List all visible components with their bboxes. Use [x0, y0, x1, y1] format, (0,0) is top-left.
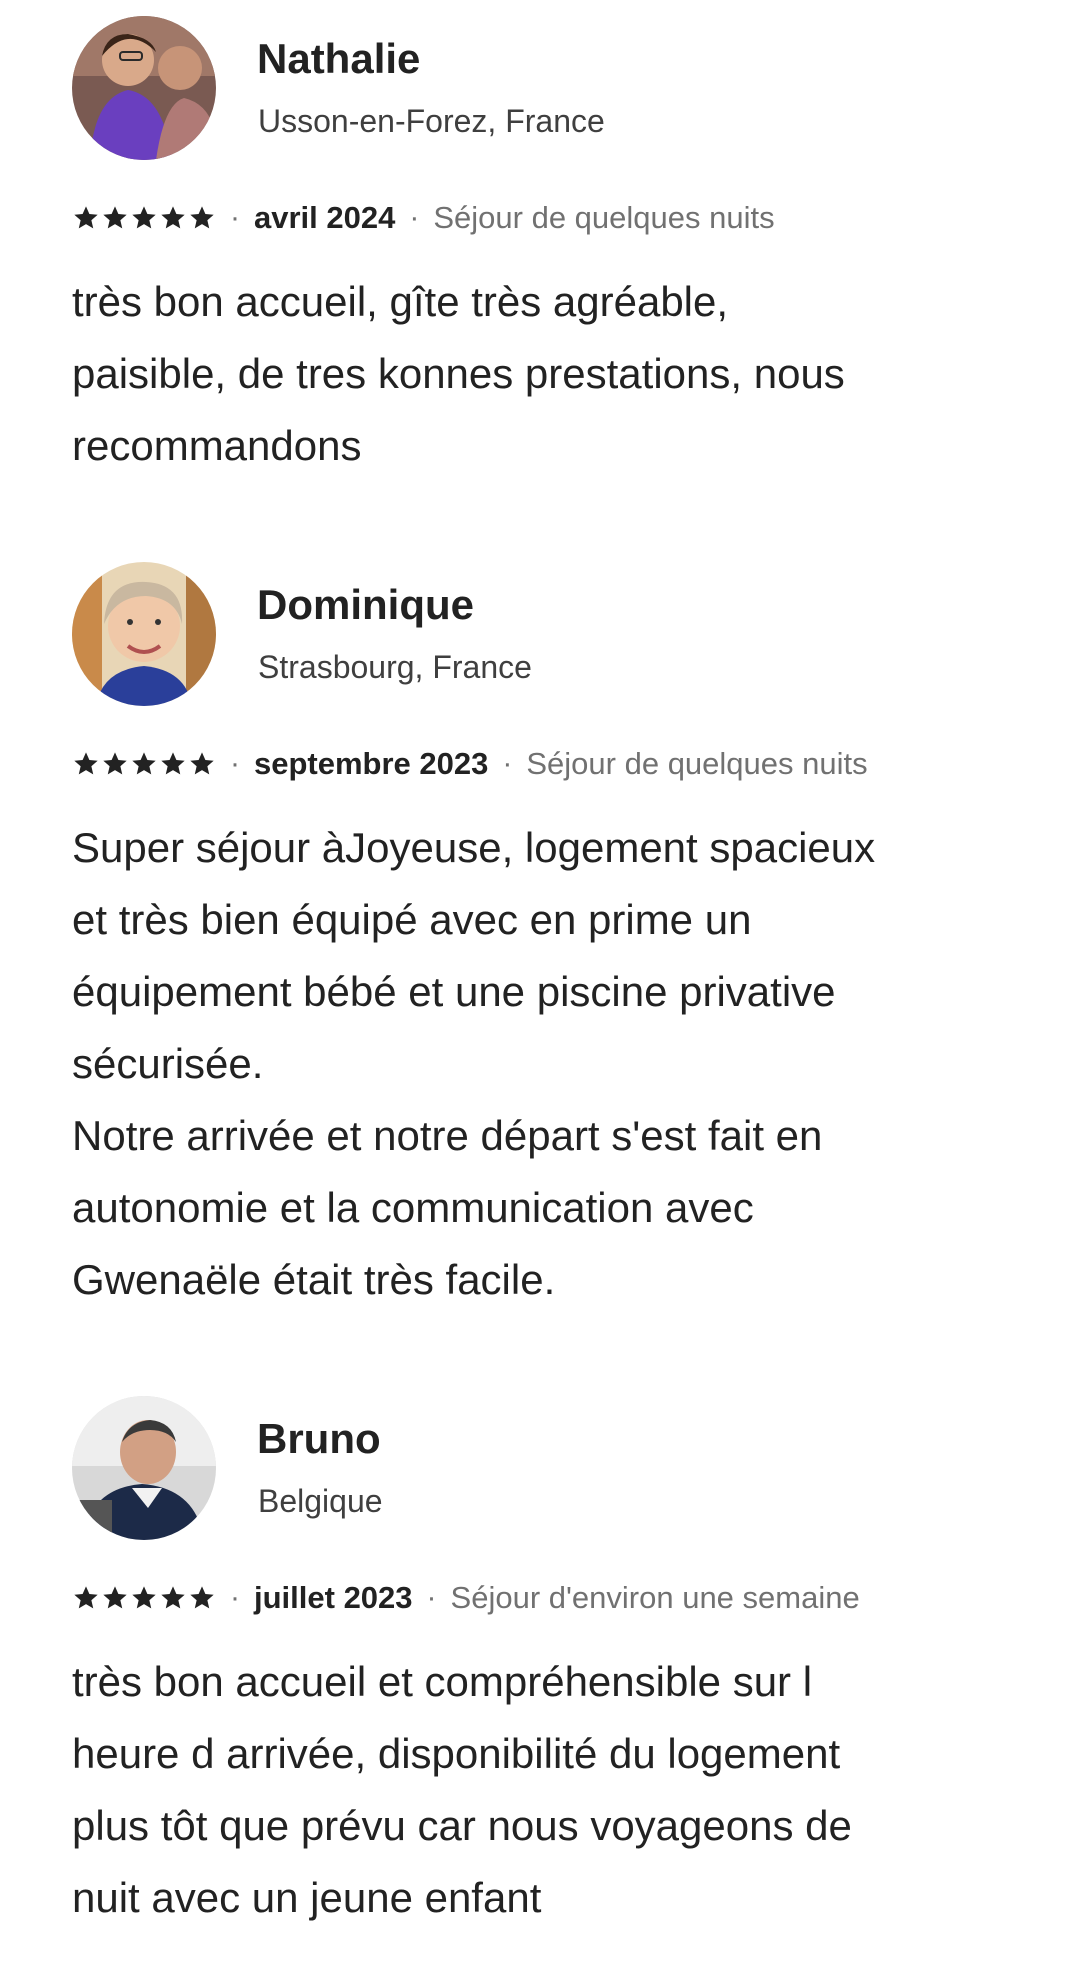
review-text-line: équipement bébé et une piscine privative [72, 968, 836, 1015]
star-icon [161, 206, 185, 229]
reviewer-location: Usson-en-Forez, France [258, 103, 605, 139]
avatar[interactable] [72, 16, 216, 160]
review-text-line: Notre arrivée et notre départ s'est fait… [72, 1112, 823, 1159]
meta-separator: · [502, 747, 513, 780]
review-date: septembre 2023 [254, 746, 489, 781]
star-icon [74, 206, 98, 229]
review-text-line: et très bien équipé avec en prime un [72, 896, 752, 943]
review-text-line: plus tôt que prévu car nous voyageons de [72, 1802, 852, 1849]
review-text-line: Gwenaële était très facile. [72, 1256, 556, 1303]
star-icon [161, 1586, 185, 1609]
review-meta: · avril 2024 · Séjour de quelques nuits [72, 198, 775, 238]
reviewer-location: Strasbourg, France [258, 649, 532, 685]
reviewer-name: Nathalie [257, 35, 421, 82]
review-header: Dominique Strasbourg, France [72, 562, 1032, 706]
star-icon [103, 206, 127, 229]
star-icon [132, 752, 156, 775]
review-card: Nathalie Usson-en-Forez, France · avril … [72, 16, 1032, 469]
avatar-photo [72, 562, 216, 706]
reviewer-location: Belgique [258, 1483, 383, 1519]
meta-separator: · [230, 747, 240, 780]
review-text: Super séjour àJoyeuse, logement spacieux… [72, 812, 1032, 1316]
review-header: Nathalie Usson-en-Forez, France [72, 16, 1032, 160]
star-rating [72, 750, 216, 778]
avatar-photo [72, 16, 216, 160]
review-text: très bon accueil, gîte très agréable, pa… [72, 266, 1032, 482]
review-date: juillet 2023 [254, 1580, 413, 1615]
star-icon [190, 1586, 214, 1609]
star-icon [103, 752, 127, 775]
review-text-line: Super séjour àJoyeuse, logement spacieux [72, 824, 876, 871]
avatar[interactable] [72, 1396, 216, 1540]
star-icon [74, 752, 98, 775]
star-icon [190, 206, 214, 229]
star-icon [132, 206, 156, 229]
review-text-line: heure d arrivée, disponibilité du logeme… [72, 1730, 841, 1777]
star-icon [74, 1586, 98, 1609]
avatar[interactable] [72, 562, 216, 706]
review-meta: · septembre 2023 · Séjour de quelques nu… [72, 744, 868, 784]
review-text-line: très bon accueil et compréhensible sur l [72, 1658, 813, 1705]
stay-duration: Séjour de quelques nuits [526, 746, 868, 781]
review-card: Dominique Strasbourg, France · septembre… [72, 562, 1032, 1303]
review-text-line: paisible, de tres konnes prestations, no… [72, 350, 845, 397]
meta-separator: · [409, 201, 420, 234]
review-card: Bruno Belgique · juillet 2023 · Séjour d… [72, 1396, 1032, 1921]
meta-separator: · [230, 201, 240, 234]
review-meta: · juillet 2023 · Séjour d'environ une se… [72, 1578, 860, 1618]
star-rating [72, 204, 216, 232]
review-header: Bruno Belgique [72, 1396, 1032, 1540]
review-text-line: recommandons [72, 422, 362, 469]
review-text-line: nuit avec un jeune enfant [72, 1874, 542, 1921]
reviewer-name: Bruno [257, 1415, 381, 1462]
review-text-line: très bon accueil, gîte très agréable, [72, 278, 729, 325]
review-text: très bon accueil et compréhensible sur l… [72, 1646, 1032, 1934]
review-date: avril 2024 [254, 200, 396, 235]
stay-duration: Séjour d'environ une semaine [450, 1580, 860, 1615]
meta-separator: · [230, 1581, 240, 1614]
star-icon [190, 752, 214, 775]
star-icon [161, 752, 185, 775]
star-icon [103, 1586, 127, 1609]
review-text-line: autonomie et la communication avec [72, 1184, 754, 1231]
avatar-photo [72, 1396, 216, 1540]
meta-separator: · [426, 1581, 437, 1614]
stay-duration: Séjour de quelques nuits [433, 200, 775, 235]
star-icon [132, 1586, 156, 1609]
star-rating [72, 1584, 216, 1612]
reviewer-name: Dominique [257, 581, 474, 628]
review-text-line: sécurisée. [72, 1040, 264, 1087]
